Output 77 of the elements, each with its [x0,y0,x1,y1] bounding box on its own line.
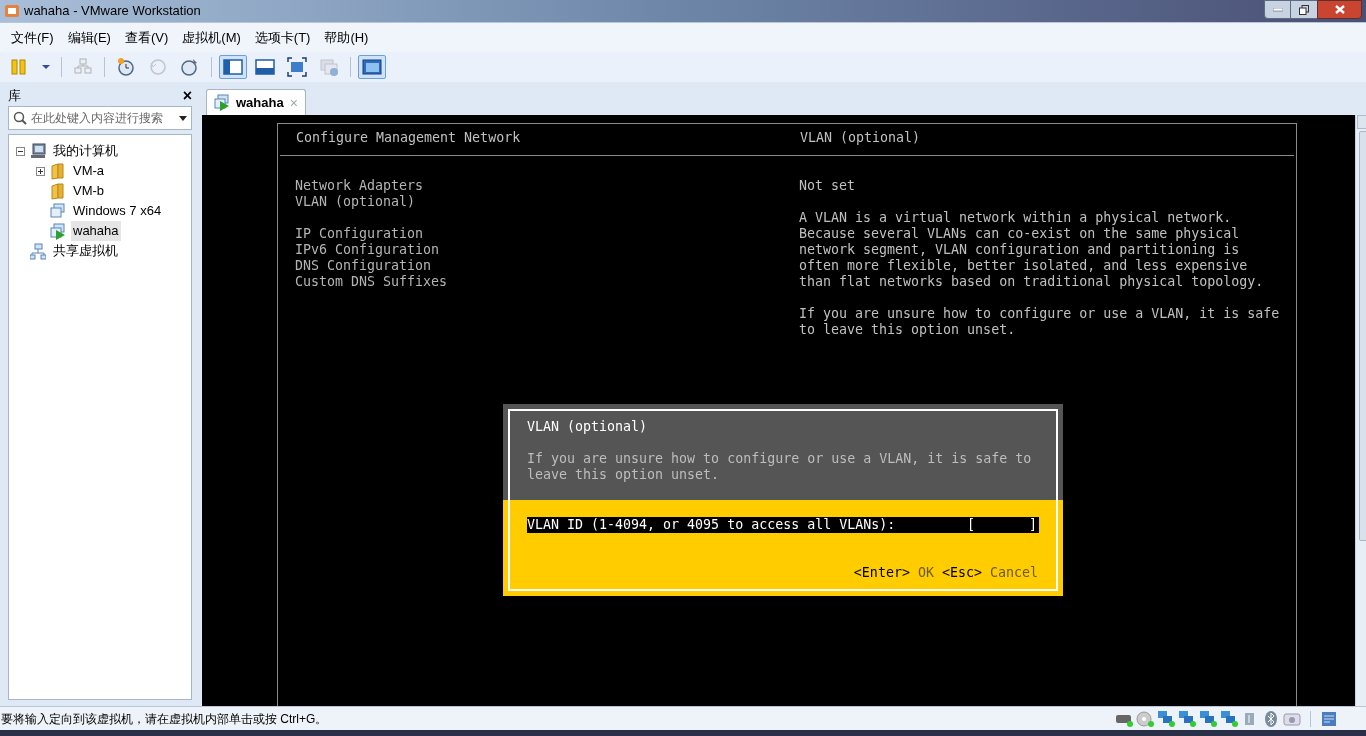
close-icon [1334,5,1345,14]
menu-item[interactable]: 查看(V) [117,27,176,48]
dialog-title: VLAN (optional) [527,419,649,435]
panel-icon [255,57,275,77]
clock-icon [148,57,168,77]
tab[interactable]: wahaha × [206,89,306,115]
section-title: VLAN (optional) [800,130,921,146]
dialog-action[interactable]: Cancel [989,565,1038,581]
expand-icon[interactable] [35,166,45,176]
vlan-id-field[interactable]: VLAN ID (1-4094, or 4095 to access all VLANs): [ ] [527,517,1039,533]
toolbar-button[interactable] [219,55,247,79]
folder-icon [50,162,66,180]
menu-item[interactable]: 文件(F) [4,27,61,48]
windows-icon [319,57,339,77]
screen-title: Configure Management Network [296,130,522,146]
menu-option[interactable]: Network Adapters [295,178,424,194]
key-hint: <Esc> [941,565,982,581]
caret-icon [42,65,50,69]
network-icon[interactable] [1220,709,1238,728]
minimize-icon [1272,7,1283,12]
tree-item[interactable]: VM-b [71,181,107,201]
restore-icon [1299,4,1309,15]
console-icon [362,57,382,77]
toolbar-button[interactable] [358,55,386,79]
app-icon [4,3,20,19]
close-button[interactable] [1317,0,1362,19]
collapse-icon[interactable] [15,146,25,156]
fullscreen-icon [287,57,307,77]
message-icon[interactable] [1320,709,1338,728]
value-text: Not set [799,178,857,194]
disc-icon[interactable] [1136,709,1154,728]
restore-button[interactable] [1291,0,1317,19]
tree-item[interactable]: wahaha [71,221,121,241]
bracket-text: [ [967,517,975,533]
tree-item[interactable]: Windows 7 x64 [71,201,164,221]
caret-icon [179,115,187,121]
network-icon[interactable] [1199,709,1217,728]
network-icon [73,57,93,77]
search-icon [13,111,27,125]
description-text: If you are unsure how to configure or use a VLAN, it is safe to leave this option unset. [799,306,1280,338]
search-field[interactable]: 在此处键入内容进行搜索 [8,106,192,130]
vm-icon [50,202,66,220]
menu-item[interactable]: 帮助(H) [317,27,376,48]
description-text: A VLAN is a virtual network within a physical network. Because several VLANs can co-exist on the same physical network segment, VLAN configuration and partitioning is often more flexible, better isolated, and less expensive than flat networks based on traditional physical topology. [799,210,1265,290]
menu-option[interactable]: IP Configuration [295,226,424,242]
network-icon[interactable] [1157,709,1175,728]
menu-item[interactable]: 选项卡(T) [247,27,318,48]
tree-item[interactable]: VM-a [71,161,107,181]
panel-title: 库 [8,87,21,106]
status-text: 要将输入定向到该虚拟机，请在虚拟机内部单击或按 Ctrl+G。 [0,710,328,728]
menu-option[interactable]: IPv6 Configuration [295,242,440,258]
folder-icon [50,182,66,200]
tree-item[interactable]: 共享虚拟机 [51,241,120,261]
computer-icon [30,142,46,160]
field-label: VLAN ID (1-4094, or 4095 to access all VLANs): [527,517,896,533]
tree-item[interactable]: 我的计算机 [51,141,120,161]
key-hint: <Enter> [853,565,910,581]
network-icon [30,242,46,260]
clock-icon [116,57,136,77]
menu-option[interactable]: Custom DNS Suffixes [295,274,448,290]
menu-option[interactable]: DNS Configuration [295,258,432,274]
menu-item[interactable]: 虚拟机(M) [175,27,248,48]
menu-item[interactable]: 编辑(E) [60,27,118,48]
dialog-text: If you are unsure how to configure or use a VLAN, it is safe to leave this option unset. [527,451,1032,483]
close-button[interactable]: × [182,88,192,104]
network-icon[interactable] [1178,709,1196,728]
sidebar-icon [223,57,243,77]
dialog-action[interactable]: OK [917,565,934,581]
bracket-text: ] [1029,517,1037,533]
bluetooth-icon[interactable] [1262,709,1280,728]
vm-play-icon [214,94,230,111]
minimize-button[interactable] [1264,0,1291,19]
vm-play-icon [50,222,66,240]
menu-option[interactable]: VLAN (optional) [295,194,416,210]
clock-wrench-icon [180,57,200,77]
window-title: wahaha - VMware Workstation [24,2,201,21]
tab-label: wahaha [236,93,284,112]
